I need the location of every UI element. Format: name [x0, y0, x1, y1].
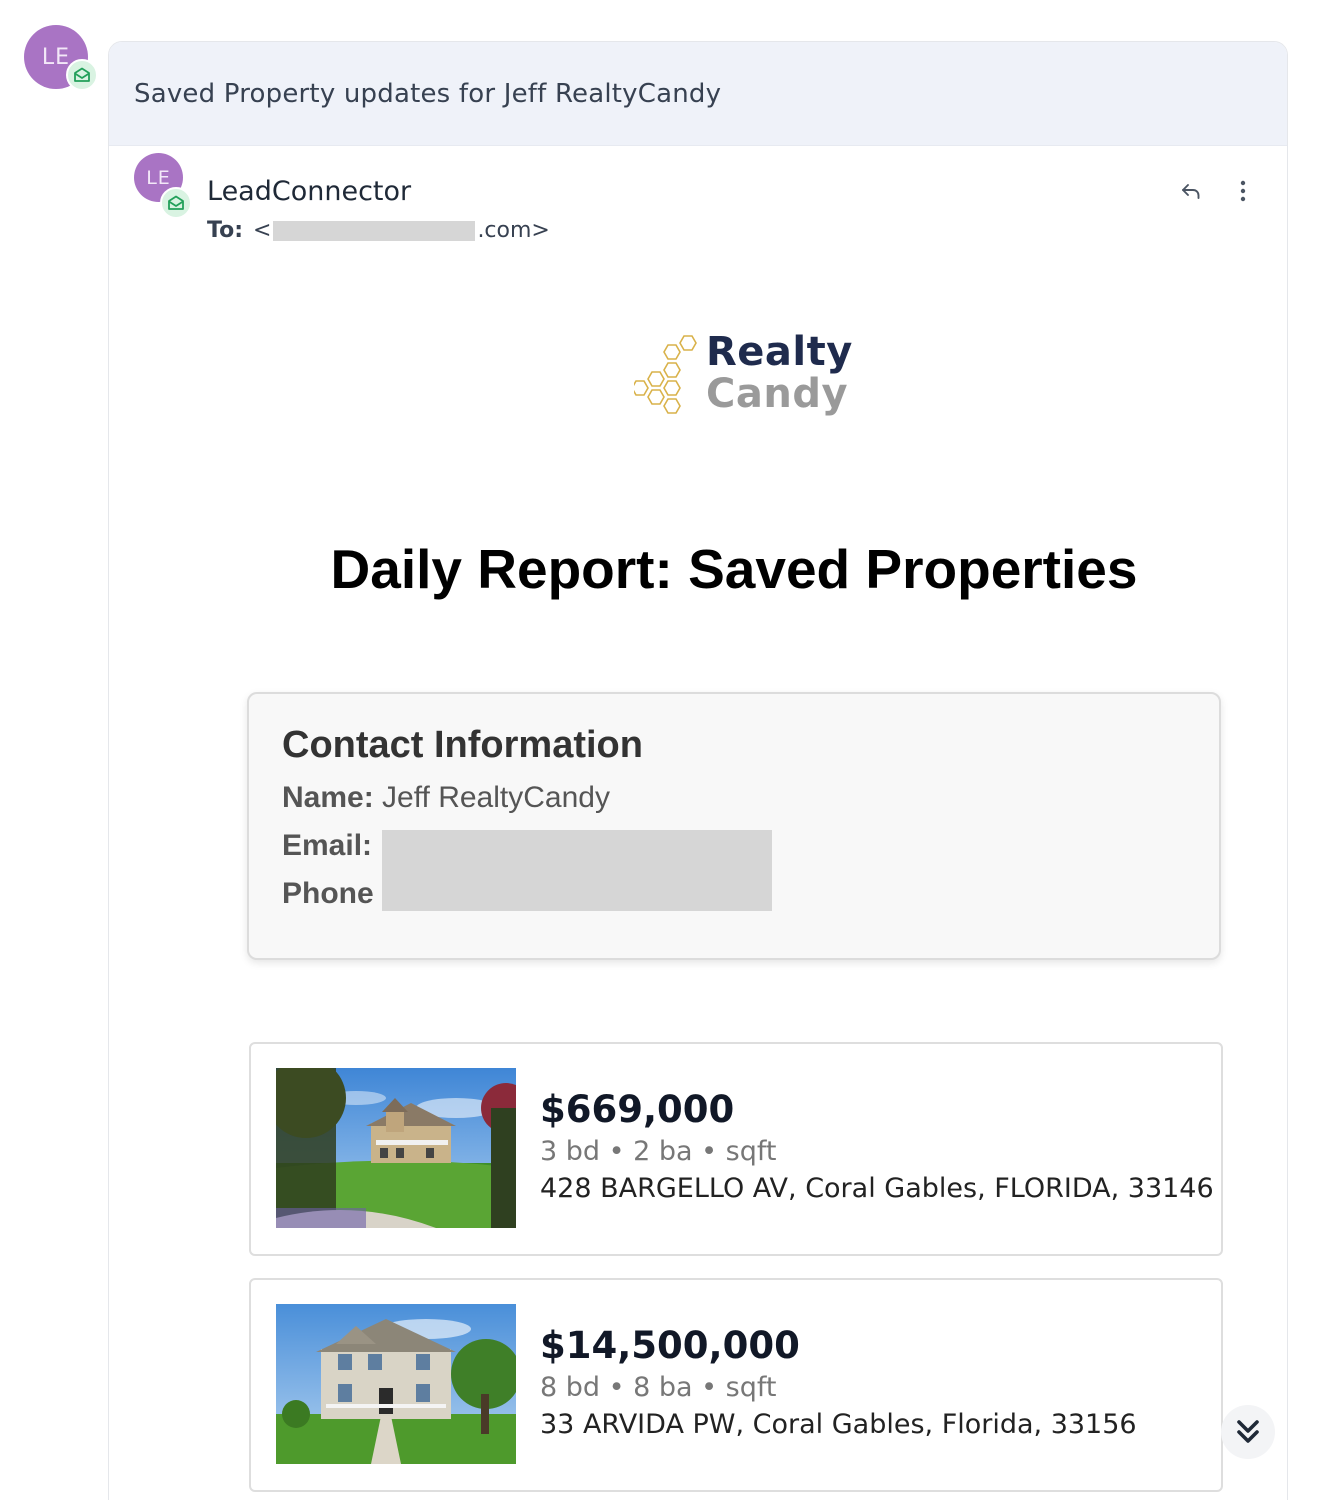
listing-address: 33 ARVIDA PW, Coral Gables, Florida, 331…	[540, 1409, 1137, 1440]
contact-heading: Contact Information	[282, 724, 643, 766]
listing-details: 3 bd • 2 ba • sqft	[540, 1136, 777, 1167]
to-label: To:	[207, 218, 243, 243]
property-photo[interactable]	[276, 1304, 516, 1464]
sender-avatar-initials: LE	[146, 166, 171, 189]
email-subject: Saved Property updates for Jeff RealtyCa…	[134, 78, 722, 109]
phone-label: Phone	[282, 877, 374, 910]
listing-address: 428 BARGELLO AV, Coral Gables, FLORIDA, …	[540, 1173, 1214, 1204]
email-label: Email:	[282, 829, 373, 862]
to-suffix: .com>	[477, 218, 550, 243]
contact-email-row: Email:	[282, 829, 372, 863]
chevrons-down-icon	[1237, 1420, 1259, 1443]
recipient-line: To: < .com>	[207, 218, 550, 243]
more-vertical-icon	[1240, 180, 1246, 202]
scroll-down-button[interactable]	[1221, 1405, 1275, 1459]
contact-name-row: Name: Jeff RealtyCandy	[282, 781, 610, 815]
contact-information-card: Contact Information Name: Jeff RealtyCan…	[247, 692, 1221, 960]
logo-text-candy: Candy	[706, 371, 849, 417]
property-listing[interactable]: $14,500,000 8 bd • 8 ba • sqft 33 ARVIDA…	[249, 1278, 1223, 1492]
logo-text-realty: Realty	[706, 329, 853, 375]
sender-name[interactable]: LeadConnector	[207, 176, 411, 207]
to-prefix: <	[253, 218, 272, 243]
mail-open-icon	[160, 187, 192, 219]
subject-bar: Saved Property updates for Jeff RealtyCa…	[109, 42, 1287, 146]
realty-candy-logo: Realty Candy	[634, 330, 852, 422]
honeycomb-logo-icon	[634, 335, 697, 414]
more-options-button[interactable]	[1226, 174, 1260, 208]
property-photo[interactable]	[276, 1068, 516, 1228]
email-thread-card: Saved Property updates for Jeff RealtyCa…	[108, 41, 1288, 1500]
reply-icon	[1182, 184, 1200, 199]
report-title: Daily Report: Saved Properties	[330, 538, 1138, 600]
property-listing[interactable]: $669,000 3 bd • 2 ba • sqft 428 BARGELLO…	[249, 1042, 1223, 1256]
contact-phone-row: Phone	[282, 877, 374, 911]
listing-price[interactable]: $669,000	[540, 1088, 734, 1131]
name-value: Jeff RealtyCandy	[382, 781, 610, 814]
redacted-email	[273, 220, 476, 241]
listing-price[interactable]: $14,500,000	[540, 1324, 800, 1367]
redacted-contact-details	[382, 830, 772, 911]
listing-details: 8 bd • 8 ba • sqft	[540, 1372, 777, 1403]
mail-open-icon	[66, 59, 98, 91]
thread-avatar-initials: LE	[41, 44, 71, 70]
reply-button[interactable]	[1174, 174, 1208, 208]
name-label: Name:	[282, 781, 374, 814]
